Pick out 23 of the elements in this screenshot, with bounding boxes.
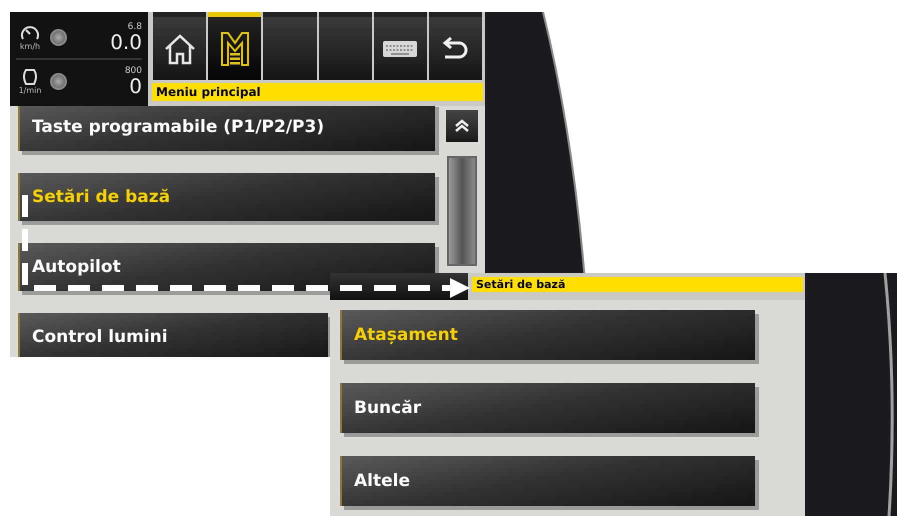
indicator-lamp-icon [50, 28, 67, 46]
back-arrow-icon [441, 36, 470, 60]
unit-label: 1/min [18, 86, 42, 94]
toolbar-button[interactable] [153, 12, 206, 80]
screen-title-bar: Meniu principal [152, 83, 483, 101]
indicator-lamp-icon [50, 72, 67, 90]
menu-icon [220, 30, 250, 66]
double-chevron-up-icon [454, 119, 470, 133]
unit-label: km/h [20, 42, 40, 50]
scrollbar[interactable] [447, 156, 477, 266]
speedometer-icon [20, 24, 40, 42]
toolbar-button[interactable] [374, 12, 427, 80]
home-icon [162, 32, 197, 64]
gauge-max-label: 800 [124, 66, 142, 76]
gauge-max-label: 6.8 [128, 22, 142, 32]
gauge-value: 0 [129, 76, 142, 96]
menu-item[interactable]: Control lumini [18, 313, 328, 357]
screen-title-bar: Setări de bază [472, 277, 803, 292]
toolbar-button[interactable] [428, 12, 482, 80]
gauge-value: 0.0 [110, 32, 142, 52]
keyboard-icon [382, 40, 418, 58]
scroll-up-button[interactable] [446, 110, 478, 142]
engine-icon [20, 68, 40, 86]
